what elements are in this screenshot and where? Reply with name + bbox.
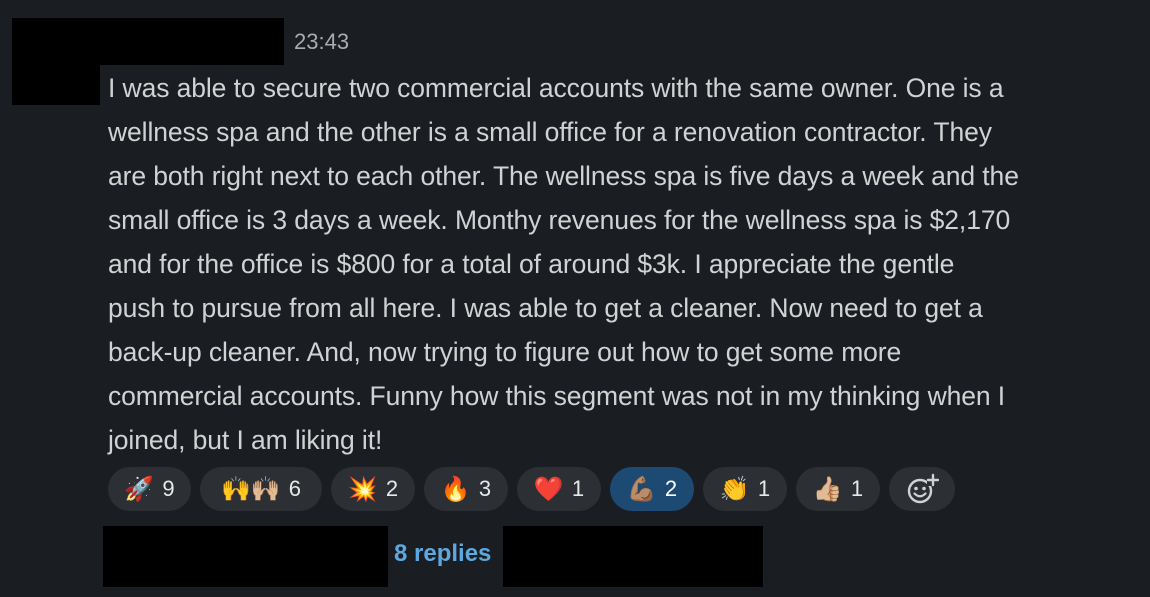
- message-line: I was able to secure two commercial acco…: [108, 73, 1004, 103]
- raised-hands-icon: 🙌🙌🏼: [220, 475, 281, 503]
- message-line: back-up cleaner. And, now trying to figu…: [108, 337, 902, 367]
- message-line: wellness spa and the other is a small of…: [108, 117, 992, 147]
- message-line: small office is 3 days a week. Monthy re…: [108, 205, 1011, 235]
- reaction-bar: 🚀 9 🙌🙌🏼 6 💥 2 🔥 3 ❤️ 1 💪🏽 2 👏 1 👍🏼 1: [108, 467, 955, 511]
- add-reaction-icon: [907, 473, 939, 504]
- reaction-count: 1: [757, 476, 771, 501]
- thread-replies-link[interactable]: 8 replies: [394, 540, 491, 568]
- reaction-count: 9: [162, 476, 175, 501]
- heart-icon: ❤️: [533, 475, 564, 503]
- redacted-last-reply: [503, 526, 763, 587]
- message-line: push to pursue from all here. I was able…: [108, 293, 983, 323]
- reaction-flexed-biceps[interactable]: 💪🏽 2: [610, 467, 694, 511]
- reaction-collision[interactable]: 💥 2: [331, 467, 415, 511]
- message-body: I was able to secure two commercial acco…: [108, 66, 1144, 462]
- message-line: joined, but I am liking it!: [108, 425, 383, 455]
- reaction-count: 6: [288, 476, 301, 501]
- flexed-biceps-icon: 💪🏽: [626, 475, 657, 503]
- reaction-count: 1: [571, 476, 585, 501]
- reaction-count: 1: [850, 476, 864, 501]
- fire-icon: 🔥: [440, 475, 471, 503]
- add-reaction-button[interactable]: [889, 467, 955, 511]
- thumbs-up-icon: 👍🏼: [812, 475, 843, 503]
- rocket-icon: 🚀: [124, 475, 155, 503]
- redacted-avatar: [12, 62, 100, 105]
- clapping-hands-icon: 👏: [719, 475, 750, 503]
- message-line: are both right next to each other. The w…: [108, 161, 1019, 191]
- message-timestamp[interactable]: 23:43: [294, 29, 349, 55]
- reaction-count: 2: [664, 476, 678, 501]
- reaction-rocket[interactable]: 🚀 9: [108, 467, 191, 511]
- reaction-heart[interactable]: ❤️ 1: [517, 467, 601, 511]
- reaction-count: 2: [385, 476, 399, 501]
- reaction-fire[interactable]: 🔥 3: [424, 467, 508, 511]
- redacted-reply-avatars: [103, 526, 388, 587]
- reaction-thumbs-up[interactable]: 👍🏼 1: [796, 467, 880, 511]
- message-line: and for the office is $800 for a total o…: [108, 249, 955, 279]
- message-line: commercial accounts. Funny how this segm…: [108, 381, 1006, 411]
- reaction-clapping-hands[interactable]: 👏 1: [703, 467, 787, 511]
- reaction-raised-hands[interactable]: 🙌🙌🏼 6: [200, 467, 322, 511]
- collision-icon: 💥: [347, 475, 378, 503]
- redacted-username: [12, 18, 284, 65]
- reaction-count: 3: [478, 476, 492, 501]
